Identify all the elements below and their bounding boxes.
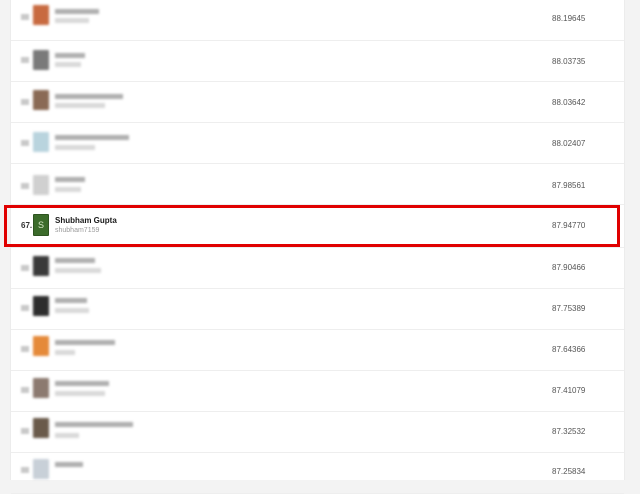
username-placeholder	[55, 145, 95, 150]
user-name-link[interactable]: Shubham Gupta	[55, 216, 117, 225]
name-placeholder	[55, 340, 115, 345]
avatar[interactable]	[33, 378, 49, 398]
avatar[interactable]: S	[33, 214, 49, 236]
avatar[interactable]	[33, 459, 49, 479]
avatar[interactable]	[33, 90, 49, 110]
avatar[interactable]	[33, 418, 49, 438]
username-placeholder	[55, 433, 79, 438]
score-value: 88.03735	[552, 57, 586, 66]
left-margin	[0, 0, 10, 480]
score-value: 87.75389	[552, 304, 586, 313]
name-placeholder	[55, 53, 85, 58]
leaderboard-row[interactable]: 87.90466	[11, 248, 624, 289]
right-margin	[625, 0, 640, 480]
avatar[interactable]	[33, 336, 49, 356]
avatar[interactable]	[33, 175, 49, 195]
score-value: 87.90466	[552, 263, 586, 272]
rank-label	[21, 346, 29, 352]
name-placeholder	[55, 94, 123, 99]
leaderboard-row[interactable]: 87.41079	[11, 371, 624, 412]
username-placeholder	[55, 391, 105, 396]
leaderboard-panel: 88.19645 88.03735 88.03642 88.02407 87.9…	[10, 0, 625, 494]
name-placeholder	[55, 422, 133, 427]
leaderboard-row[interactable]: 87.64366	[11, 330, 624, 371]
leaderboard-row[interactable]: 88.03735	[11, 41, 624, 82]
score-value: 88.02407	[552, 139, 586, 148]
rank-label: 67.	[21, 221, 33, 230]
leaderboard-row[interactable]: 88.02407	[11, 123, 624, 164]
username-placeholder	[55, 62, 81, 67]
username-label: shubham7159	[55, 227, 100, 234]
score-value: 88.19645	[552, 14, 586, 23]
rank-label	[21, 265, 29, 271]
rank-label	[21, 99, 29, 105]
name-placeholder	[55, 9, 99, 14]
score-value: 87.25834	[552, 467, 586, 476]
avatar[interactable]	[33, 296, 49, 316]
rank-label	[21, 14, 29, 20]
leaderboard-row-highlighted[interactable]: 67. S Shubham Gupta shubham7159 87.94770	[11, 205, 624, 248]
leaderboard-row[interactable]: 88.03642	[11, 82, 624, 123]
username-placeholder	[55, 18, 89, 23]
score-value: 87.32532	[552, 427, 586, 436]
name-placeholder	[55, 462, 83, 467]
rank-label	[21, 305, 29, 311]
score-value: 87.94770	[552, 221, 586, 230]
avatar[interactable]	[33, 50, 49, 70]
username-placeholder	[55, 187, 81, 192]
leaderboard-row[interactable]: 87.32532	[11, 412, 624, 453]
username-placeholder	[55, 350, 75, 355]
avatar[interactable]	[33, 256, 49, 276]
leaderboard-row[interactable]: 87.98561	[11, 164, 624, 205]
leaderboard-row[interactable]: 87.25834	[11, 453, 624, 494]
rank-label	[21, 140, 29, 146]
username-placeholder	[55, 103, 105, 108]
rank-label	[21, 428, 29, 434]
username-placeholder	[55, 308, 89, 313]
name-placeholder	[55, 381, 109, 386]
score-value: 87.98561	[552, 181, 586, 190]
score-value: 87.64366	[552, 345, 586, 354]
avatar[interactable]	[33, 132, 49, 152]
leaderboard-row[interactable]: 87.75389	[11, 289, 624, 330]
name-placeholder	[55, 177, 85, 182]
rank-label	[21, 387, 29, 393]
score-value: 88.03642	[552, 98, 586, 107]
rank-label	[21, 57, 29, 63]
name-placeholder	[55, 135, 129, 140]
rank-label	[21, 183, 29, 189]
rank-label	[21, 467, 29, 473]
username-placeholder	[55, 268, 101, 273]
name-placeholder	[55, 258, 95, 263]
score-value: 87.41079	[552, 386, 586, 395]
name-placeholder	[55, 298, 87, 303]
avatar[interactable]	[33, 5, 49, 25]
leaderboard-row[interactable]: 88.19645	[11, 0, 624, 41]
